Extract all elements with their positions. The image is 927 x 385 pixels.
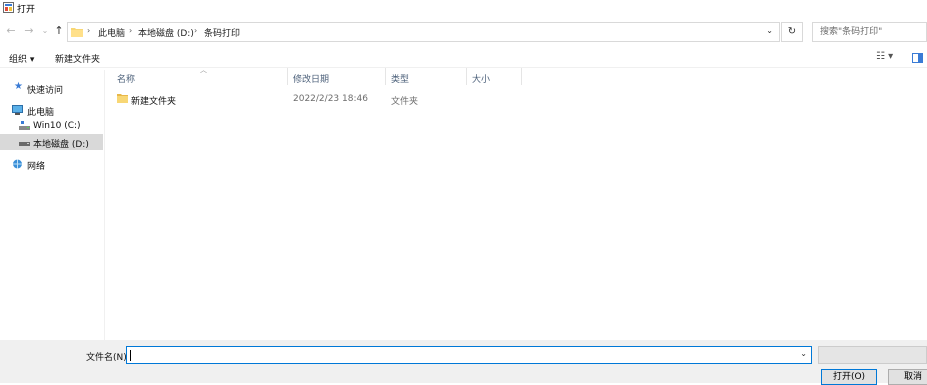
nav-item-network[interactable]: 网络 (0, 156, 103, 172)
organize-button[interactable]: 组织 ▾ (9, 52, 34, 65)
pin-icon: ★ (14, 81, 23, 92)
nav-item-drive-c[interactable]: Win10 (C:) (0, 118, 103, 134)
filename-input[interactable]: ⌄ (126, 346, 812, 364)
file-list: ︿ 名称 修改日期 类型 大小 新建文件夹 2022/2/23 18:46 文件… (105, 66, 927, 340)
up-arrow-icon[interactable]: ↑ (52, 24, 66, 38)
file-type: 文件夹 (391, 97, 419, 107)
file-modified: 2022/2/23 18:46 (293, 94, 368, 104)
column-divider[interactable] (385, 68, 386, 85)
refresh-icon[interactable]: ↻ (781, 22, 803, 42)
filename-label: 文件名(N): (86, 353, 130, 363)
folder-icon (117, 94, 128, 103)
nav-item-label: 网络 (27, 162, 46, 172)
app-icon (3, 2, 14, 13)
nav-item-label: 此电脑 (27, 108, 55, 118)
column-divider[interactable] (521, 68, 522, 85)
file-type-filter[interactable] (818, 346, 927, 364)
column-header-type[interactable]: 类型 (391, 72, 409, 85)
column-header-name[interactable]: 名称 (117, 72, 135, 85)
title-bar: 打开 (0, 0, 927, 16)
breadcrumb-current-folder[interactable]: 条码打印 (204, 26, 240, 39)
nav-item-drive-d[interactable]: 本地磁盘 (D:) (0, 134, 103, 150)
column-header-size[interactable]: 大小 (472, 72, 490, 85)
text-caret (130, 350, 131, 361)
toolbar: 组织 ▾ 新建文件夹 ☷ ▾ (0, 48, 927, 68)
nav-item-quick-access[interactable]: ★ 快速访问 (0, 80, 103, 96)
window-title: 打开 (17, 5, 36, 15)
file-name: 新建文件夹 (131, 97, 177, 107)
back-arrow-icon[interactable]: ← (4, 24, 18, 38)
column-header-modified[interactable]: 修改日期 (293, 72, 329, 85)
table-row[interactable]: 新建文件夹 2022/2/23 18:46 文件夹 (105, 90, 927, 107)
folder-icon (71, 28, 83, 37)
address-dropdown-icon[interactable]: ⌄ (766, 26, 773, 35)
view-options-icon[interactable]: ☷ ▾ (876, 51, 893, 62)
breadcrumb-this-pc[interactable]: 此电脑 (98, 26, 125, 39)
computer-icon (12, 105, 23, 115)
new-folder-button[interactable]: 新建文件夹 (55, 52, 100, 65)
network-icon (13, 159, 22, 169)
sort-up-icon: ︿ (200, 66, 207, 74)
column-divider[interactable] (466, 68, 467, 85)
navigation-pane: ★ 快速访问 此电脑 Win10 (C:) 本地磁盘 (D:) 网络 (0, 70, 104, 340)
recent-dropdown-icon[interactable]: ⌄ (38, 24, 52, 38)
nav-item-label: 快速访问 (27, 86, 64, 96)
breadcrumb-drive-d[interactable]: 本地磁盘 (D:) (138, 26, 194, 39)
nav-item-this-pc[interactable]: 此电脑 (0, 102, 103, 118)
navigation-row: ← → ⌄ ↑ › 此电脑 › 本地磁盘 (D:) › 条码打印 ⌄ ↻ 搜索"… (0, 20, 927, 44)
filename-dropdown-icon[interactable]: ⌄ (800, 349, 807, 358)
nav-item-label: 本地磁盘 (D:) (33, 140, 89, 150)
address-bar[interactable]: › 此电脑 › 本地磁盘 (D:) › 条码打印 ⌄ (67, 22, 780, 42)
nav-item-label: Win10 (C:) (33, 121, 81, 131)
drive-icon (19, 142, 30, 146)
dialog-footer: 文件名(N): ⌄ 打开(O) 取消 (0, 340, 927, 385)
preview-pane-icon[interactable] (912, 53, 923, 63)
breadcrumb-chevron-icon: › (87, 26, 91, 35)
forward-arrow-icon[interactable]: → (22, 24, 36, 38)
drive-icon (19, 121, 30, 130)
breadcrumb-chevron-icon: › (129, 26, 133, 35)
column-divider[interactable] (287, 68, 288, 85)
breadcrumb-chevron-icon: › (194, 26, 198, 35)
search-input[interactable]: 搜索"条码打印" (812, 22, 927, 42)
